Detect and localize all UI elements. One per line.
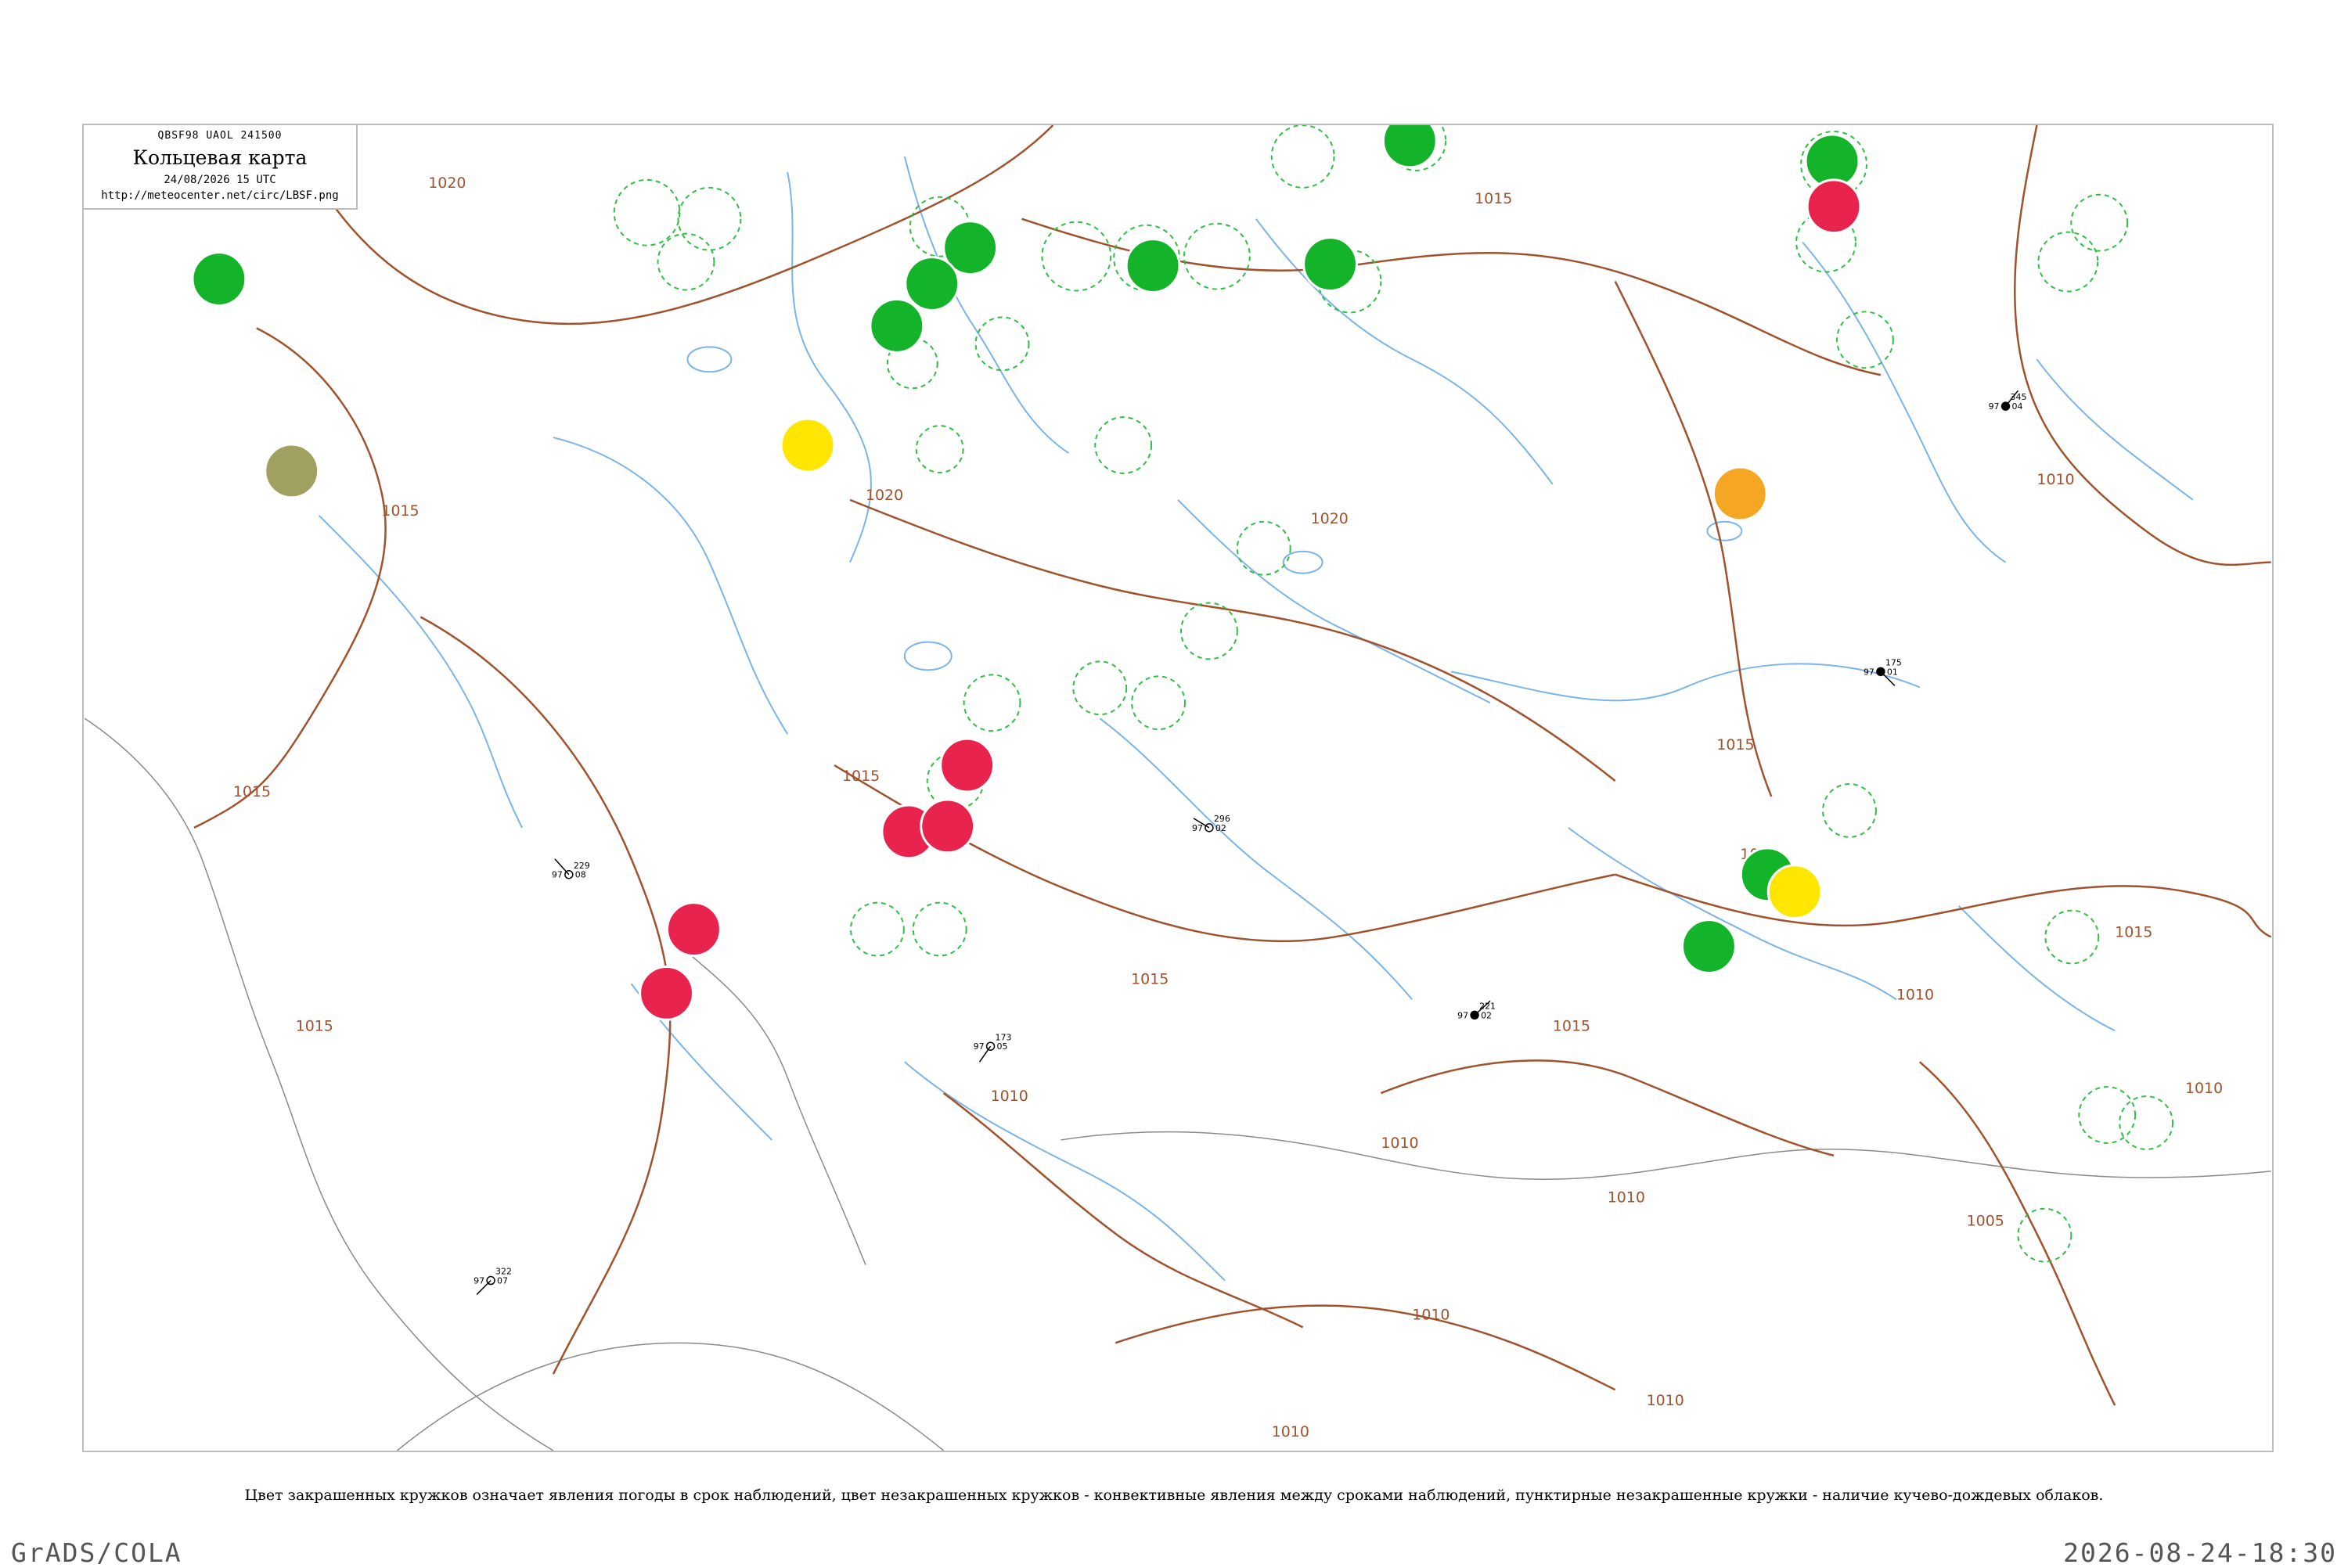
- isobar-label: 1020: [428, 174, 466, 192]
- orange-event-circle: [1712, 466, 1768, 522]
- station-value: 97: [1457, 1010, 1468, 1020]
- red-event-circle: [1806, 178, 1862, 235]
- stations-layer: 229 97 08 221 97 02 173 97 05 175 97 01 …: [474, 390, 2026, 1296]
- rivers-layer: [318, 156, 2194, 1282]
- green-event-circle: [1680, 919, 1737, 974]
- station-plot: 229 97 08: [552, 858, 590, 880]
- isobar-label: 1010: [991, 1088, 1028, 1105]
- red-event-circle: [920, 798, 976, 854]
- station-cover: 04: [2011, 401, 2022, 412]
- weather-map: 1020 1015 1020 1015 1020 1015 1015 1010 …: [82, 124, 2274, 1452]
- isobars-layer: [193, 125, 2272, 1406]
- station-plot: 345 97 04: [1989, 390, 2026, 412]
- isobar-label: 1020: [866, 487, 903, 504]
- station-plot: 296 97 02: [1192, 814, 1230, 833]
- station-plot: 221 97 02: [1457, 1000, 1496, 1020]
- isobar-label: 1015: [1553, 1017, 1590, 1034]
- isobar-label: 1015: [1131, 970, 1169, 987]
- isobar-label: 1015: [381, 502, 419, 520]
- isobar-label: 1015: [842, 768, 880, 785]
- green-event-circle: [1302, 236, 1358, 292]
- station-cover: 05: [997, 1041, 1008, 1052]
- isobar-label: 1015: [296, 1017, 333, 1034]
- source-url: http://meteocenter.net/circ/LBSF.png: [101, 189, 339, 202]
- station-value: 97: [474, 1276, 484, 1286]
- footer-timestamp: 2026-08-24-18:30: [2063, 1537, 2337, 1568]
- isobar-label: 1010: [1647, 1392, 1684, 1409]
- station-plot: 322 97 07: [474, 1267, 512, 1296]
- map-title-box: QBSF98 UAOL 241500 Кольцевая карта 24/08…: [84, 125, 358, 210]
- green-event-circle: [904, 256, 960, 311]
- legend-caption: Цвет закрашенных кружков означает явлени…: [244, 1487, 2104, 1504]
- station-cover: 02: [1215, 823, 1226, 833]
- station-cover: 07: [497, 1276, 508, 1286]
- isobar-label: 1015: [1475, 190, 1512, 207]
- isobar-label: 1010: [1381, 1135, 1418, 1152]
- station-value: 97: [1989, 401, 2000, 412]
- green-event-circle: [1381, 125, 1438, 169]
- isobar-label: 1015: [1716, 736, 1754, 753]
- olive-event-circle: [264, 443, 320, 499]
- station-value: 97: [552, 870, 563, 880]
- yellow-event-circle: [1766, 864, 1823, 920]
- station-cover: 08: [575, 870, 586, 880]
- yellow-event-circle: [780, 417, 836, 473]
- station-value: 97: [1192, 823, 1203, 833]
- map-canvas: 1020 1015 1020 1015 1020 1015 1015 1010 …: [84, 125, 2272, 1451]
- red-event-circle: [666, 901, 722, 957]
- isobar-label: 1010: [1412, 1306, 1449, 1323]
- isobar-label: 1005: [1967, 1213, 2004, 1230]
- isobar-label: 1010: [1272, 1423, 1309, 1440]
- station-value: 97: [974, 1041, 985, 1052]
- footer-software: GrADS/COLA: [11, 1537, 182, 1568]
- red-event-circle: [639, 965, 694, 1021]
- station-plot: 173 97 05: [974, 1032, 1012, 1063]
- map-title: Кольцевая карта: [132, 146, 308, 169]
- red-event-circle: [939, 737, 996, 793]
- green-event-circle: [1125, 238, 1181, 293]
- isobar-label: 1010: [1608, 1189, 1645, 1207]
- station-cover: 02: [1481, 1010, 1492, 1020]
- isobar-label: 1015: [2115, 924, 2152, 941]
- event-circles: [191, 125, 1862, 1021]
- map-datetime: 24/08/2026 15 UTC: [164, 174, 276, 186]
- green-event-circle: [869, 297, 925, 354]
- isobar-label: 1020: [1311, 510, 1349, 527]
- station-cover: 01: [1887, 667, 1898, 677]
- isobar-label: 1015: [233, 783, 271, 800]
- cb-rings: [613, 125, 2173, 1263]
- isobar-label: 1010: [2185, 1080, 2223, 1097]
- bulletin-code: QBSF98 UAOL 241500: [157, 130, 283, 142]
- isobar-label: 1010: [1896, 986, 1934, 1003]
- isobar-label: 1010: [2036, 471, 2074, 488]
- isobar-labels: 1020 1015 1020 1015 1020 1015 1015 1010 …: [233, 174, 2223, 1440]
- green-event-circle: [191, 251, 247, 307]
- station-plot: 175 97 01: [1864, 657, 1902, 686]
- station-value: 97: [1864, 667, 1874, 677]
